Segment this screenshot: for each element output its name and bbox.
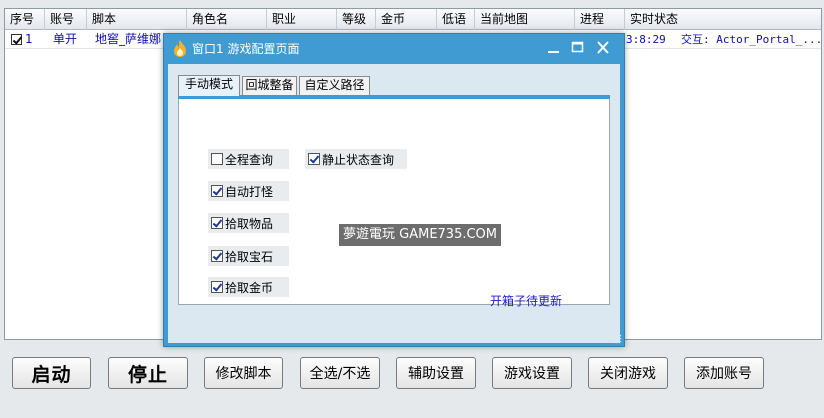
full-query-label: 全程查询 bbox=[225, 152, 274, 167]
tab-manual-mode[interactable]: 手动模式 bbox=[178, 75, 240, 96]
tab-return-town[interactable]: 回城整备 bbox=[242, 76, 297, 95]
assist-settings-button[interactable]: 辅助设置 bbox=[396, 357, 476, 389]
pick-items-label: 拾取物品 bbox=[225, 216, 274, 231]
maximize-icon[interactable] bbox=[569, 39, 587, 57]
game-config-dialog[interactable]: 窗口1 游戏配置页面 手动模式 回城整备 自定义路径 全程查询 静止状态查询 自… bbox=[163, 33, 625, 347]
edit-script-button[interactable]: 修改脚本 bbox=[204, 357, 283, 389]
dialog-client: 手动模式 回城整备 自定义路径 全程查询 静止状态查询 自动打怪 拾取物品 拾取… bbox=[168, 64, 620, 343]
col-index[interactable]: 序号 bbox=[5, 9, 45, 30]
col-whisper[interactable]: 低语 bbox=[437, 9, 475, 30]
pick-items-checkbox[interactable] bbox=[211, 217, 223, 229]
watermark: 夢遊電玩 GAME735.COM bbox=[339, 224, 502, 246]
game-settings-button[interactable]: 游戏设置 bbox=[492, 357, 572, 389]
dialog-title: 窗口1 游戏配置页面 bbox=[192, 42, 300, 56]
row-account: 单开 bbox=[53, 32, 78, 46]
option-auto-fight[interactable]: 自动打怪 bbox=[208, 181, 289, 201]
col-gold[interactable]: 金币 bbox=[376, 9, 437, 30]
select-all-button[interactable]: 全选/不选 bbox=[300, 357, 380, 389]
row-index: 1 bbox=[25, 32, 33, 46]
chest-pending-note: 开箱子待更新 bbox=[490, 294, 563, 308]
option-pick-gold[interactable]: 拾取金币 bbox=[208, 277, 289, 297]
full-query-checkbox[interactable] bbox=[211, 153, 223, 165]
pick-gold-label: 拾取金币 bbox=[225, 280, 274, 295]
pick-gems-checkbox[interactable] bbox=[211, 250, 223, 262]
auto-fight-checkbox[interactable] bbox=[211, 185, 223, 197]
col-role-name[interactable]: 角色名 bbox=[187, 9, 267, 30]
row-index-cell[interactable]: 1 bbox=[7, 30, 45, 49]
idle-query-label: 静止状态查询 bbox=[322, 152, 395, 167]
row-checkbox[interactable] bbox=[11, 34, 22, 45]
col-process[interactable]: 进程 bbox=[575, 9, 625, 30]
grid-header: 序号 账号 脚本 角色名 职业 等级 金币 低语 当前地图 进程 实时状态 bbox=[5, 9, 821, 30]
col-current-map[interactable]: 当前地图 bbox=[475, 9, 575, 30]
flame-icon bbox=[174, 40, 186, 57]
col-level[interactable]: 等级 bbox=[337, 9, 376, 30]
option-idle-query[interactable]: 静止状态查询 bbox=[305, 149, 407, 169]
start-button[interactable]: 启动 bbox=[12, 357, 91, 389]
row-time: 3:8:29 bbox=[626, 33, 666, 46]
tab-custom-path[interactable]: 自定义路径 bbox=[299, 76, 370, 95]
add-account-button[interactable]: 添加账号 bbox=[684, 357, 764, 389]
close-icon[interactable] bbox=[594, 39, 612, 57]
row-status: 交互: Actor_Portal_... bbox=[681, 33, 821, 46]
col-account[interactable]: 账号 bbox=[45, 9, 87, 30]
close-game-button[interactable]: 关闭游戏 bbox=[588, 357, 668, 389]
option-full-query[interactable]: 全程查询 bbox=[208, 149, 289, 169]
resize-grip-icon[interactable] bbox=[610, 332, 622, 344]
stop-button[interactable]: 停止 bbox=[108, 357, 188, 389]
pick-gold-checkbox[interactable] bbox=[211, 281, 223, 293]
idle-query-checkbox[interactable] bbox=[308, 153, 320, 165]
auto-fight-label: 自动打怪 bbox=[225, 184, 274, 199]
row-script: 地窖_萨维娜 bbox=[95, 32, 162, 46]
minimize-icon[interactable] bbox=[545, 39, 563, 57]
col-live-status[interactable]: 实时状态 bbox=[625, 9, 823, 30]
col-class[interactable]: 职业 bbox=[267, 9, 337, 30]
dialog-titlebar[interactable]: 窗口1 游戏配置页面 bbox=[164, 34, 624, 64]
manual-mode-panel: 全程查询 静止状态查询 自动打怪 拾取物品 拾取宝石 拾取金币 夢遊電玩 GAM… bbox=[178, 99, 610, 308]
pick-gems-label: 拾取宝石 bbox=[225, 249, 274, 264]
option-pick-gems[interactable]: 拾取宝石 bbox=[208, 246, 289, 266]
col-script[interactable]: 脚本 bbox=[87, 9, 187, 30]
option-pick-items[interactable]: 拾取物品 bbox=[208, 213, 289, 233]
